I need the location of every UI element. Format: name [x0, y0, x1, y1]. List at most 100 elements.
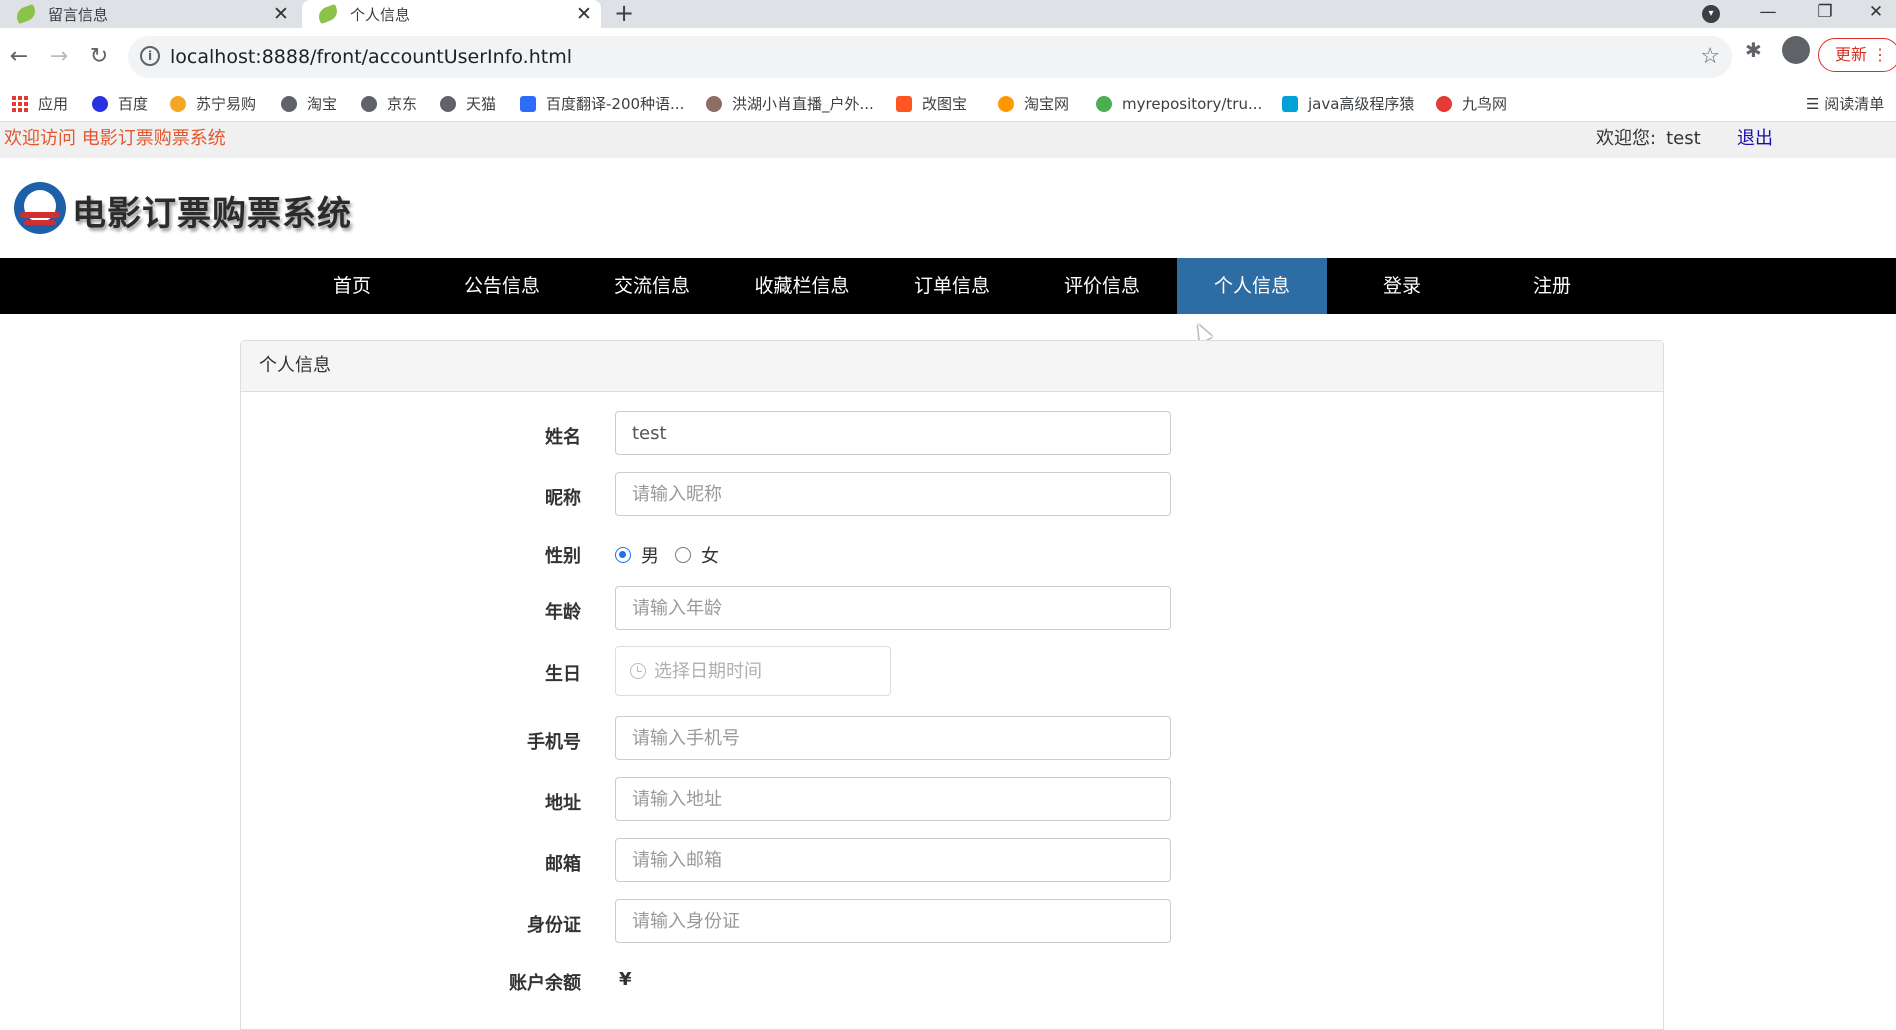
balance-currency: ¥ — [619, 969, 632, 990]
email-input[interactable] — [615, 838, 1171, 882]
nav-favorites[interactable]: 收藏栏信息 — [727, 258, 877, 314]
nav-reviews[interactable]: 评价信息 — [1027, 258, 1177, 314]
bookmark-java[interactable]: java高级程序猿 — [1282, 86, 1414, 122]
bookmark-label: 天猫 — [466, 95, 497, 113]
personal-info-panel: 个人信息 姓名 昵称 性别 男 女 年龄 生日 手机号 地址 — [240, 340, 1664, 1030]
bookmark-myrepository[interactable]: myrepository/tru... — [1096, 86, 1262, 122]
bookmark-label: 淘宝网 — [1024, 95, 1070, 113]
clock-icon — [630, 663, 646, 679]
gaitubao-icon — [896, 96, 912, 112]
address-toolbar: ← → ↻ i localhost:8888/front/accountUser… — [0, 28, 1896, 86]
age-label: 年龄 — [545, 602, 581, 623]
forward-arrow-icon[interactable]: → — [42, 38, 76, 76]
suning-icon — [170, 96, 186, 112]
nav-home[interactable]: 首页 — [277, 258, 427, 314]
bookmark-taobao[interactable]: 淘宝 — [281, 86, 337, 122]
bookmark-star-icon[interactable]: ☆ — [1700, 36, 1720, 78]
bookmark-label: 改图宝 — [922, 95, 968, 113]
main-nav: 首页 公告信息 交流信息 收藏栏信息 订单信息 评价信息 个人信息 登录 注册 — [0, 258, 1896, 314]
name-label: 姓名 — [545, 427, 581, 448]
bookmark-label: myrepository/tru... — [1122, 95, 1263, 113]
gender-label: 性别 — [545, 546, 581, 567]
bookmark-label: 洪湖小肖直播_户外... — [732, 95, 874, 113]
reload-icon[interactable]: ↻ — [82, 38, 116, 76]
bookmark-taobaowang[interactable]: 淘宝网 — [998, 86, 1069, 122]
gender-female-label: 女 — [701, 546, 719, 567]
address-label: 地址 — [545, 793, 581, 814]
globe-icon — [440, 96, 456, 112]
bookmark-label: 京东 — [387, 95, 418, 113]
gender-female-radio[interactable]: 女 — [675, 542, 719, 568]
bookmark-tmall[interactable]: 天猫 — [440, 86, 496, 122]
id-card-label: 身份证 — [527, 915, 581, 936]
nav-personal-info[interactable]: 个人信息 — [1177, 258, 1327, 314]
bookmark-honghu[interactable]: 洪湖小肖直播_户外... — [706, 86, 874, 122]
bookmark-baidu[interactable]: 百度 — [92, 86, 148, 122]
bookmark-label: 百度 — [118, 95, 149, 113]
close-window-icon[interactable]: ✕ — [1856, 0, 1896, 28]
apps-grid-icon — [12, 96, 28, 112]
phone-input[interactable] — [615, 716, 1171, 760]
nickname-input[interactable] — [615, 472, 1171, 516]
email-label: 邮箱 — [545, 854, 581, 875]
bookmark-apps[interactable]: 应用 — [12, 86, 68, 122]
tab-title: 留言信息 — [48, 5, 109, 24]
leaf-favicon-icon — [14, 4, 38, 24]
username: test — [1666, 128, 1701, 149]
new-tab-button[interactable]: + — [614, 0, 634, 28]
panel-title: 个人信息 — [241, 341, 1663, 392]
nav-orders[interactable]: 订单信息 — [877, 258, 1027, 314]
leaf-favicon-icon — [316, 4, 340, 24]
bookmark-gaitubao[interactable]: 改图宝 — [896, 86, 967, 122]
tab-personal-info[interactable]: 个人信息 ✕ — [302, 0, 601, 28]
bookmark-label: 九鸟网 — [1462, 95, 1508, 113]
bookmark-label: 应用 — [38, 95, 69, 113]
translate-icon — [520, 96, 536, 112]
url-bar[interactable]: i localhost:8888/front/accountUserInfo.h… — [128, 36, 1732, 78]
reading-list[interactable]: ☰ 阅读清单 — [1806, 86, 1884, 122]
profile-avatar-icon[interactable] — [1782, 36, 1810, 64]
jiuniao-bird-icon — [1436, 96, 1452, 112]
site-logo-icon — [14, 182, 66, 234]
welcome-text: 欢迎访问 电影订票购票系统 — [4, 128, 226, 149]
bilibili-icon — [1282, 96, 1298, 112]
close-tab-icon[interactable]: ✕ — [270, 3, 292, 25]
radio-checked-icon[interactable] — [615, 547, 631, 563]
update-label: 更新 — [1835, 45, 1868, 64]
bookmark-jiuniao[interactable]: 九鸟网 — [1436, 86, 1507, 122]
tab-search-icon[interactable]: ▾ — [1702, 5, 1720, 23]
birthday-input[interactable] — [652, 647, 882, 695]
nav-login[interactable]: 登录 — [1327, 258, 1477, 314]
radio-unchecked-icon[interactable] — [675, 547, 691, 563]
bookmark-label: 淘宝 — [307, 95, 338, 113]
bookmark-label: java高级程序猿 — [1308, 95, 1415, 113]
tab-title: 个人信息 — [350, 5, 411, 24]
address-input[interactable] — [615, 777, 1171, 821]
update-button[interactable]: 更新 ⋮ — [1818, 38, 1896, 72]
taobao-icon — [998, 96, 1014, 112]
top-welcome-strip: 欢迎访问 电影订票购票系统 欢迎您: test 退出 — [0, 122, 1896, 158]
nav-announcements[interactable]: 公告信息 — [427, 258, 577, 314]
gender-male-radio[interactable]: 男 — [615, 542, 659, 568]
close-tab-icon[interactable]: ✕ — [573, 3, 595, 25]
nav-register[interactable]: 注册 — [1477, 258, 1627, 314]
nav-forum[interactable]: 交流信息 — [577, 258, 727, 314]
bookmark-baidu-translate[interactable]: 百度翻译-200种语... — [520, 86, 684, 122]
nickname-label: 昵称 — [545, 488, 581, 509]
name-input[interactable] — [615, 411, 1171, 455]
back-arrow-icon[interactable]: ← — [2, 38, 36, 76]
birthday-datepicker[interactable] — [615, 646, 891, 696]
chrome-icon — [1096, 96, 1112, 112]
logout-link[interactable]: 退出 — [1737, 122, 1773, 156]
user-greeting: 欢迎您: test — [1596, 122, 1701, 156]
id-card-input[interactable] — [615, 899, 1171, 943]
restore-icon[interactable]: ❐ — [1805, 0, 1845, 28]
url-text[interactable]: localhost:8888/front/accountUserInfo.htm… — [170, 36, 572, 78]
tab-message-info[interactable]: 留言信息 ✕ — [0, 0, 298, 28]
bookmark-jd[interactable]: 京东 — [361, 86, 417, 122]
extensions-icon[interactable]: ✱ — [1745, 38, 1762, 62]
site-info-icon[interactable]: i — [140, 46, 160, 66]
minimize-icon[interactable]: — — [1748, 0, 1788, 28]
age-input[interactable] — [615, 586, 1171, 630]
bookmark-suning[interactable]: 苏宁易购 — [170, 86, 256, 122]
